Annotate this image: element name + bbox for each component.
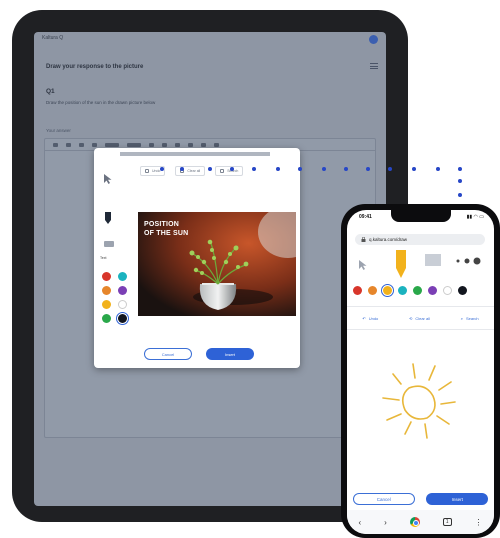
phone-undo-label: Undo — [368, 315, 379, 321]
swatch-red[interactable] — [353, 286, 362, 295]
undo-icon — [145, 169, 149, 173]
redo-icon[interactable] — [66, 143, 71, 147]
url-text: q.kaltura.com/draw — [369, 237, 408, 242]
text-tool[interactable]: Text — [100, 256, 106, 260]
trash-icon: ⟲ — [408, 315, 413, 321]
color-palette — [102, 272, 129, 325]
swatch-purple[interactable] — [428, 286, 437, 295]
page-title: Draw your response to the picture — [46, 64, 144, 70]
connector-dots-vertical — [458, 167, 462, 207]
stroke-size-icon[interactable] — [455, 256, 481, 266]
align-icon[interactable] — [149, 143, 154, 147]
phone-tool-row — [347, 250, 494, 278]
url-bar[interactable]: q.kaltura.com/draw — [355, 234, 485, 245]
swatch-white[interactable] — [443, 286, 452, 295]
modal-cancel-button[interactable]: Cancel — [144, 348, 192, 360]
phone-search-button[interactable]: ⌕ Search — [461, 316, 479, 321]
modal-insert-button[interactable]: Insert — [206, 348, 254, 360]
link-icon[interactable] — [162, 143, 167, 147]
image-caption: POSITION OF THE SUN — [144, 220, 188, 238]
format-dropdown[interactable] — [105, 143, 119, 147]
connector-dots-horizontal — [160, 167, 462, 171]
eraser-icon[interactable] — [104, 240, 114, 248]
text-tool-label: Text — [100, 256, 107, 260]
answer-label: Your answer — [46, 128, 71, 133]
italic-icon[interactable] — [92, 143, 97, 147]
more-icon[interactable] — [214, 143, 219, 147]
swatch-red[interactable] — [102, 272, 111, 281]
status-time: 09:41 — [359, 214, 372, 220]
swatch-teal[interactable] — [118, 272, 127, 281]
cursor-icon[interactable] — [104, 174, 112, 184]
table-icon[interactable] — [188, 143, 193, 147]
browser-nav-bar: ‹ › 1 ⋮ — [347, 510, 494, 534]
pen-icon[interactable] — [104, 212, 112, 224]
code-icon[interactable] — [201, 143, 206, 147]
swatch-orange[interactable] — [102, 286, 111, 295]
undo-icon[interactable] — [53, 143, 58, 147]
phone-color-palette — [353, 284, 467, 297]
phone-insert-button[interactable]: Insert — [426, 493, 489, 505]
pen-icon[interactable] — [395, 250, 407, 280]
swatch-teal[interactable] — [398, 286, 407, 295]
chrome-icon[interactable] — [409, 517, 420, 527]
lock-icon — [361, 237, 366, 242]
search-icon: ⌕ — [460, 315, 463, 321]
phone-drawing-canvas[interactable] — [347, 330, 494, 492]
forward-icon[interactable]: › — [384, 518, 387, 527]
image-icon[interactable] — [175, 143, 180, 147]
modal-title-bar — [120, 152, 270, 156]
app-showcase: Kaltura Q Draw your response to the pict… — [0, 0, 500, 538]
phone-screen: 09:41 ▮▮ ◠ ▭ q.kaltura.com/draw ↶ Undo ⟲… — [347, 210, 494, 534]
phone-search-label: Search — [465, 315, 479, 321]
status-icons: ▮▮ ◠ ▭ — [466, 214, 484, 220]
phone-cancel-button[interactable]: Cancel — [352, 493, 415, 505]
menu-icon[interactable] — [370, 63, 378, 69]
undo-icon: ↶ — [362, 315, 366, 321]
swatch-yellow[interactable] — [381, 284, 394, 297]
phone-actions: Cancel Insert — [347, 493, 494, 507]
sun-drawing — [382, 363, 456, 439]
tabs-icon[interactable]: 1 — [442, 518, 452, 526]
help-icon[interactable] — [369, 35, 378, 44]
phone-action-bar: ↶ Undo ⟲ Clear all ⌕ Search — [347, 306, 494, 330]
phone-notch — [391, 210, 451, 222]
app-label: Kaltura Q — [42, 35, 64, 41]
bold-icon[interactable] — [79, 143, 84, 147]
back-icon[interactable]: ‹ — [358, 518, 361, 527]
question-number: Q1 — [46, 88, 55, 95]
swatch-orange[interactable] — [368, 286, 377, 295]
swatch-green[interactable] — [413, 286, 422, 295]
drawing-modal: Undo Clear all Search Text POSITION OF T… — [94, 148, 300, 368]
swatch-white[interactable] — [118, 300, 127, 309]
swatch-black[interactable] — [116, 312, 129, 325]
paragraph-dropdown[interactable] — [127, 143, 141, 147]
phone-clear-button[interactable]: ⟲ Clear all — [409, 316, 430, 321]
drawing-canvas-image[interactable]: POSITION OF THE SUN — [138, 212, 296, 316]
swatch-yellow[interactable] — [102, 300, 111, 309]
swatch-black[interactable] — [458, 286, 467, 295]
phone-undo-button[interactable]: ↶ Undo — [362, 316, 378, 321]
cursor-icon[interactable] — [359, 260, 367, 270]
image-caption-line2: OF THE SUN — [144, 230, 189, 237]
modal-actions: Cancel Insert — [144, 348, 254, 360]
eraser-icon[interactable] — [425, 254, 441, 266]
tablet-header: Kaltura Q — [34, 32, 386, 46]
swatch-green[interactable] — [102, 314, 111, 323]
phone-clear-label: Clear all — [415, 315, 430, 321]
more-icon[interactable]: ⋮ — [474, 518, 482, 527]
question-text: Draw the position of the sun in the draw… — [46, 100, 156, 105]
image-caption-line1: POSITION — [144, 221, 180, 228]
swatch-purple[interactable] — [118, 286, 127, 295]
phone-device: 09:41 ▮▮ ◠ ▭ q.kaltura.com/draw ↶ Undo ⟲… — [341, 204, 500, 538]
